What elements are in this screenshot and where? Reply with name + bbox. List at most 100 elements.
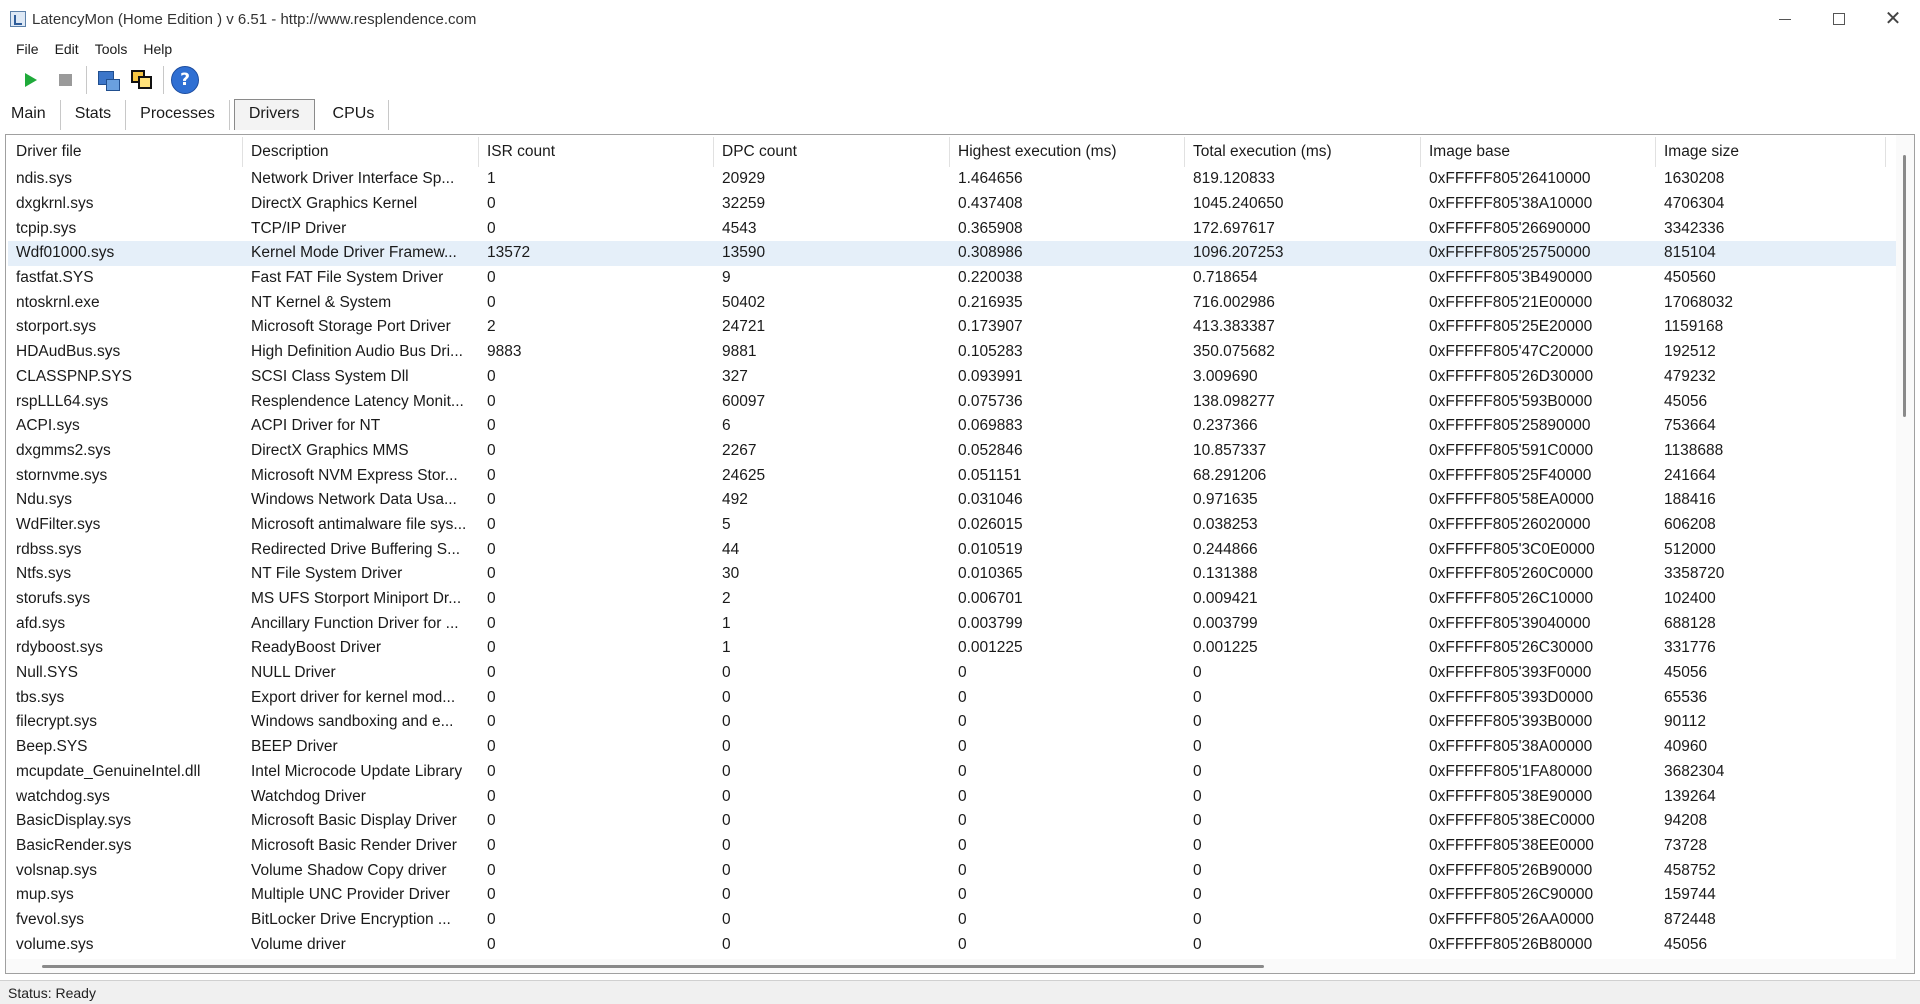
cell-description: Export driver for kernel mod... (251, 688, 456, 706)
cpu-windows-button[interactable] (125, 64, 159, 96)
cell-image-size: 3342336 (1664, 219, 1725, 237)
cell-image-base: 0xFFFFF805'25750000 (1429, 244, 1591, 262)
table-row[interactable]: afd.sys Ancillary Function Driver for ...… (8, 611, 1896, 636)
table-row[interactable]: BasicRender.sys Microsoft Basic Render Dr… (8, 834, 1896, 859)
menu-file[interactable]: File (9, 41, 46, 57)
cell-total-execution: 0 (1193, 910, 1202, 928)
cell-image-base: 0xFFFFF805'26B80000 (1429, 935, 1593, 953)
tools-button[interactable] (91, 64, 125, 96)
cell-driver-file: rspLLL64.sys (16, 392, 109, 410)
horizontal-scroll-thumb[interactable] (42, 965, 1264, 968)
cell-highest-execution: 0.093991 (958, 367, 1023, 385)
maximize-button[interactable] (1812, 0, 1866, 38)
help-button[interactable]: ? (168, 64, 202, 96)
table-row[interactable]: volume.sys Volume driver 0 0 0 0 0xFFFFF805'26… (8, 932, 1896, 957)
status-bar: Status: Ready (0, 980, 1920, 1004)
table-row[interactable]: WdFilter.sys Microsoft antimalware file s… (8, 513, 1896, 538)
table-row[interactable]: rdbss.sys Redirected Drive Buffering S...… (8, 537, 1896, 562)
cell-highest-execution: 0.001225 (958, 639, 1023, 657)
cell-highest-execution: 0 (958, 861, 967, 879)
cell-total-execution: 0.971635 (1193, 491, 1258, 509)
table-row[interactable]: fvevol.sys BitLocker Drive Encryption ...… (8, 908, 1896, 933)
cell-driver-file: rdyboost.sys (16, 639, 104, 657)
tab-processes[interactable]: Processes (126, 100, 230, 130)
cell-highest-execution: 0.437408 (958, 195, 1023, 213)
cell-isr-count: 0 (487, 688, 496, 706)
column-header-description[interactable]: Description (243, 137, 479, 167)
cell-description: Microsoft Basic Display Driver (251, 812, 457, 830)
table-row[interactable]: Null.SYS NULL Driver 0 0 0 0 0xFFFFF805'393F00… (8, 661, 1896, 686)
horizontal-scrollbar[interactable] (6, 959, 1914, 973)
column-header-image-base[interactable]: Image base (1421, 137, 1656, 167)
cell-image-size: 94208 (1664, 812, 1708, 830)
start-button[interactable] (14, 64, 48, 96)
tab-cpus[interactable]: CPUs (319, 100, 390, 130)
cell-dpc-count: 2 (722, 590, 731, 608)
column-header-isr-count[interactable]: ISR count (479, 137, 714, 167)
table-row[interactable]: rdyboost.sys ReadyBoost Driver 0 1 0.001225 0… (8, 636, 1896, 661)
minimize-button[interactable] (1758, 0, 1812, 38)
cell-dpc-count: 1 (722, 614, 731, 632)
column-header-image-size[interactable]: Image size (1656, 137, 1886, 167)
table-row[interactable]: filecrypt.sys Windows sandboxing and e...… (8, 710, 1896, 735)
vertical-scroll-thumb[interactable] (1903, 155, 1906, 417)
column-header-driver-file[interactable]: Driver file (8, 137, 243, 167)
cell-driver-file: ntoskrnl.exe (16, 293, 100, 311)
table-row[interactable]: Beep.SYS BEEP Driver 0 0 0 0 0xFFFFF805'38A000… (8, 735, 1896, 760)
cell-total-execution: 0.718654 (1193, 269, 1258, 287)
table-row[interactable]: HDAudBus.sys High Definition Audio Bus Dr… (8, 340, 1896, 365)
cell-isr-count: 0 (487, 269, 496, 287)
table-row[interactable]: storport.sys Microsoft Storage Port Drive… (8, 315, 1896, 340)
tab-main[interactable]: Main (0, 100, 61, 130)
cell-dpc-count: 0 (722, 664, 731, 682)
table-row[interactable]: fastfat.SYS Fast FAT File System Driver 0 9… (8, 266, 1896, 291)
cell-dpc-count: 0 (722, 861, 731, 879)
cell-highest-execution: 0 (958, 713, 967, 731)
column-header-highest-execution[interactable]: Highest execution (ms) (950, 137, 1185, 167)
cell-driver-file: BasicRender.sys (16, 836, 132, 854)
table-row[interactable]: BasicDisplay.sys Microsoft Basic Display … (8, 809, 1896, 834)
table-row[interactable]: rspLLL64.sys Resplendence Latency Monit..… (8, 389, 1896, 414)
cell-highest-execution: 0 (958, 738, 967, 756)
table-row[interactable]: storufs.sys MS UFS Storport Miniport Dr..… (8, 587, 1896, 612)
cell-image-size: 1159168 (1664, 318, 1724, 336)
tab-drivers[interactable]: Drivers (233, 99, 315, 130)
table-row[interactable]: ntoskrnl.exe NT Kernel & System 0 50402 0.21… (8, 290, 1896, 315)
toolbar-separator (86, 66, 87, 94)
vertical-scrollbar[interactable] (1896, 135, 1914, 973)
cell-image-size: 73728 (1664, 836, 1708, 854)
table-row[interactable]: watchdog.sys Watchdog Driver 0 0 0 0 0xFFFFF80… (8, 784, 1896, 809)
cell-image-base: 0xFFFFF805'25E20000 (1429, 318, 1593, 336)
cell-driver-file: Null.SYS (16, 664, 79, 682)
table-row[interactable]: volsnap.sys Volume Shadow Copy driver 0 0 0 0… (8, 858, 1896, 883)
cell-isr-count: 0 (487, 762, 496, 780)
cell-driver-file: ACPI.sys (16, 417, 80, 435)
table-row[interactable]: mcupdate_GenuineIntel.dll Intel Microcode… (8, 760, 1896, 785)
cell-image-size: 753664 (1664, 417, 1716, 435)
cell-driver-file: dxgmms2.sys (16, 441, 111, 459)
table-row[interactable]: tbs.sys Export driver for kernel mod... 0 0… (8, 685, 1896, 710)
close-button[interactable]: ✕ (1866, 0, 1920, 38)
table-row[interactable]: CLASSPNP.SYS SCSI Class System Dll 0 327 0.0… (8, 365, 1896, 390)
tab-stats[interactable]: Stats (61, 100, 127, 130)
column-header-total-execution[interactable]: Total execution (ms) (1185, 137, 1421, 167)
table-row[interactable]: stornvme.sys Microsoft NVM Express Stor..… (8, 463, 1896, 488)
table-row[interactable]: ACPI.sys ACPI Driver for NT 0 6 0.069883 0.23… (8, 414, 1896, 439)
table-row[interactable]: Ntfs.sys NT File System Driver 0 30 0.010365… (8, 562, 1896, 587)
table-row[interactable]: mup.sys Multiple UNC Provider Driver 0 0 0 0 0… (8, 883, 1896, 908)
table-row[interactable]: dxgkrnl.sys DirectX Graphics Kernel 0 32259… (8, 192, 1896, 217)
cell-total-execution: 0 (1193, 861, 1202, 879)
cell-image-base: 0xFFFFF805'26410000 (1429, 170, 1591, 188)
table-row[interactable]: dxgmms2.sys DirectX Graphics MMS 0 2267 0.05… (8, 439, 1896, 464)
column-header-dpc-count[interactable]: DPC count (714, 137, 950, 167)
cell-image-size: 90112 (1664, 713, 1706, 731)
table-row[interactable]: Ndu.sys Windows Network Data Usa... 0 492 0.… (8, 488, 1896, 513)
table-row[interactable]: tcpip.sys TCP/IP Driver 0 4543 0.365908 172.6… (8, 216, 1896, 241)
table-row[interactable]: ndis.sys Network Driver Interface Sp... 1 2… (8, 167, 1896, 192)
menu-edit[interactable]: Edit (48, 41, 86, 57)
menu-tools[interactable]: Tools (88, 41, 135, 57)
menu-help[interactable]: Help (136, 41, 179, 57)
table-row[interactable]: Wdf01000.sys Kernel Mode Driver Framew...… (8, 241, 1896, 266)
stop-button[interactable] (48, 64, 82, 96)
cell-dpc-count: 13590 (722, 244, 766, 262)
